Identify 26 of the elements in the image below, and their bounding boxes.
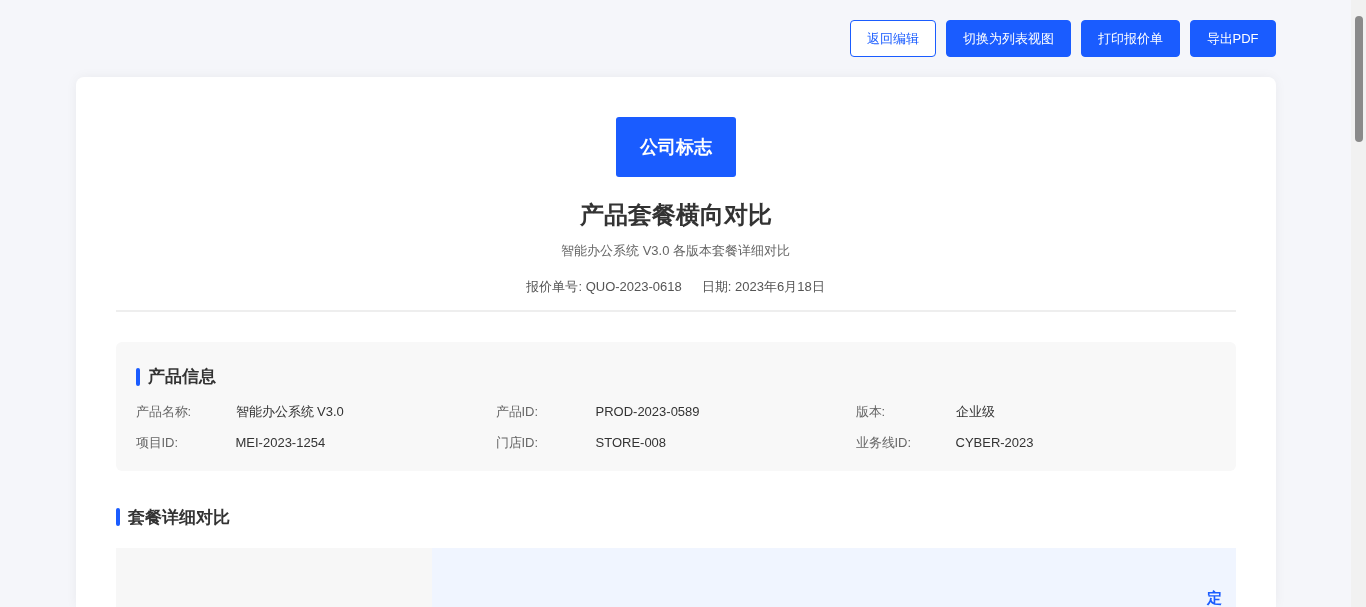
field-label: 版本: — [855, 402, 887, 421]
field-label: 产品名称: — [135, 402, 193, 421]
field-value: MEI-2023-1254 — [235, 434, 326, 452]
table-header-cell: 定 — [431, 548, 1236, 607]
scrollbar[interactable] — [1351, 0, 1366, 607]
field-label: 门店ID: — [495, 434, 540, 452]
subtitle: 智能办公系统 V3.0 各版本套餐详细对比 — [561, 242, 790, 260]
company-logo: 公司标志 — [615, 117, 736, 177]
section-heading: 产品信息 — [147, 366, 216, 388]
field-value: PROD-2023-0589 — [595, 402, 700, 421]
field-value: 企业级 — [955, 402, 995, 421]
field-label: 项目ID: — [135, 434, 180, 452]
page-title: 产品套餐横向对比 — [579, 200, 772, 230]
meta-text: 日期: 2023年6月18日 — [701, 277, 825, 296]
toolbar-button[interactable]: 切换为列表视图 — [945, 20, 1071, 57]
scroll-thumb[interactable] — [1354, 16, 1363, 142]
field-value: 智能办公系统 V3.0 — [235, 402, 344, 421]
field-label: 业务线ID: — [855, 434, 913, 452]
field-value: STORE-008 — [595, 434, 667, 452]
section-heading: 套餐详细对比 — [127, 506, 230, 529]
toolbar-button[interactable]: 返回编辑 — [849, 20, 936, 57]
toolbar-button[interactable]: 导出PDF — [1189, 20, 1276, 57]
field-value: CYBER-2023 — [955, 434, 1034, 452]
meta-text: 报价单号: QUO-2023-0618 — [526, 277, 682, 296]
toolbar-button[interactable]: 打印报价单 — [1080, 20, 1180, 57]
field-label: 产品ID: — [495, 402, 540, 421]
